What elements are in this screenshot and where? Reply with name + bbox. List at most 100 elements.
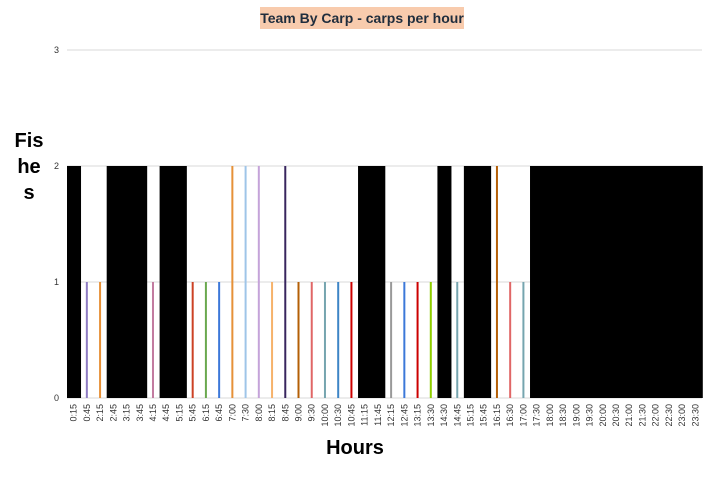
bar-12:15 [390, 282, 393, 398]
bar-10:30 [337, 282, 340, 398]
bar-11:15 [358, 166, 373, 398]
y-tick-labels: 0 1 2 3 [54, 45, 59, 403]
x-tick-label: 9:00 [294, 404, 304, 422]
bar-4:15 [151, 282, 154, 398]
bar-0:45 [85, 282, 88, 398]
bar-6:45 [218, 282, 221, 398]
bar-3:45 [133, 166, 148, 398]
x-tick-label: 17:00 [518, 404, 528, 427]
x-tick-label: 21:30 [637, 404, 647, 427]
bar-7:00 [231, 166, 234, 398]
x-tick-label: 22:30 [664, 404, 674, 427]
bar-22:30 [662, 166, 677, 398]
x-tick-label: 4:45 [161, 404, 171, 422]
bar-15:45 [477, 166, 492, 398]
plot-area: 0 1 2 3 0:15 0:45 2:15 2:45 3:15 3:45 4:15 4:45 5:1… [54, 45, 703, 427]
bar-4:45 [159, 166, 174, 398]
x-tick-label: 7:00 [227, 404, 237, 422]
bar-8:00 [257, 166, 260, 398]
bar-14:45 [456, 282, 459, 398]
x-tick-label: 14:30 [439, 404, 449, 427]
bar-18:00 [543, 166, 558, 398]
bar-17:30 [530, 166, 545, 398]
bar-2:15 [99, 282, 102, 398]
x-tick-label: 23:00 [677, 404, 687, 427]
x-tick-label: 20:00 [598, 404, 608, 427]
bar-0:15 [67, 166, 82, 398]
x-tick-label: 10:45 [346, 404, 356, 427]
x-tick-label: 4:15 [148, 404, 158, 422]
x-tick-label: 8:45 [280, 404, 290, 422]
bar-8:45 [284, 166, 287, 398]
x-tick-label: 3:45 [135, 404, 145, 422]
bar-6:15 [204, 282, 207, 398]
bar-5:45 [191, 282, 194, 398]
bar-9:30 [310, 282, 313, 398]
bar-23:00 [675, 166, 690, 398]
bar-23:30 [688, 166, 703, 398]
bar-10:45 [350, 282, 353, 398]
x-tick-label: 12:15 [386, 404, 396, 427]
x-tick-label: 18:00 [545, 404, 555, 427]
x-tick-label: 14:45 [452, 404, 462, 427]
x-tick-label: 11:15 [360, 404, 370, 426]
bar-14:30 [437, 166, 452, 398]
y-tick-label: 2 [54, 161, 59, 171]
bar-20:30 [609, 166, 624, 398]
x-tick-label: 0:15 [69, 404, 79, 422]
bar-10:00 [323, 282, 326, 398]
bar-11:45 [371, 166, 386, 398]
bar-17:00 [522, 282, 525, 398]
x-tick-label: 10:30 [333, 404, 343, 427]
x-tick-label: 10:00 [320, 404, 330, 427]
x-tick-label: 20:30 [611, 404, 621, 427]
x-tick-label: 3:15 [122, 404, 132, 422]
bar-9:00 [297, 282, 300, 398]
x-tick-label: 16:30 [505, 404, 515, 427]
x-tick-label: 23:30 [690, 404, 700, 427]
bar-19:00 [569, 166, 584, 398]
x-tick-label: 7:30 [241, 404, 251, 422]
x-tick-label: 2:15 [95, 404, 105, 422]
x-tick-label: 0:45 [82, 404, 92, 422]
y-tick-label: 3 [54, 45, 59, 55]
x-tick-label: 15:45 [479, 404, 489, 427]
x-tick-labels: 0:15 0:45 2:15 2:45 3:15 3:45 4:15 4:45 5:15 5:45… [69, 404, 701, 427]
bar-21:00 [622, 166, 637, 398]
bar-7:30 [244, 166, 247, 398]
x-tick-label: 21:00 [624, 404, 634, 427]
x-tick-label: 13:30 [426, 404, 436, 427]
bar-18:30 [556, 166, 571, 398]
bar-13:30 [429, 282, 432, 398]
bar-21:30 [635, 166, 650, 398]
x-tick-label: 6:45 [214, 404, 224, 422]
x-tick-label: 17:30 [532, 404, 542, 427]
bar-5:15 [172, 166, 187, 398]
bar-series [67, 166, 703, 398]
x-tick-label: 9:30 [307, 404, 317, 422]
bar-22:00 [649, 166, 664, 398]
x-tick-label: 8:15 [267, 404, 277, 422]
x-tick-label: 11:45 [373, 404, 383, 426]
x-tick-label: 19:00 [571, 404, 581, 427]
bar-2:45 [106, 166, 121, 398]
x-tick-label: 13:15 [413, 404, 423, 427]
y-tick-label: 1 [54, 277, 59, 287]
x-tick-label: 2:45 [108, 404, 118, 422]
x-tick-label: 18:30 [558, 404, 568, 427]
y-tick-label: 0 [54, 393, 59, 403]
x-tick-label: 16:15 [492, 404, 502, 427]
bar-15:15 [463, 166, 478, 398]
bar-16:15 [495, 166, 498, 398]
bar-16:30 [509, 282, 512, 398]
bar-8:15 [271, 282, 274, 398]
x-tick-label: 8:00 [254, 404, 264, 422]
x-tick-label: 15:15 [465, 404, 475, 427]
bar-20:00 [596, 166, 611, 398]
bar-3:15 [119, 166, 134, 398]
x-tick-label: 5:45 [188, 404, 198, 422]
x-tick-label: 19:30 [585, 404, 595, 427]
bar-19:30 [582, 166, 597, 398]
bar-12:45 [403, 282, 406, 398]
x-tick-label: 22:00 [651, 404, 661, 427]
